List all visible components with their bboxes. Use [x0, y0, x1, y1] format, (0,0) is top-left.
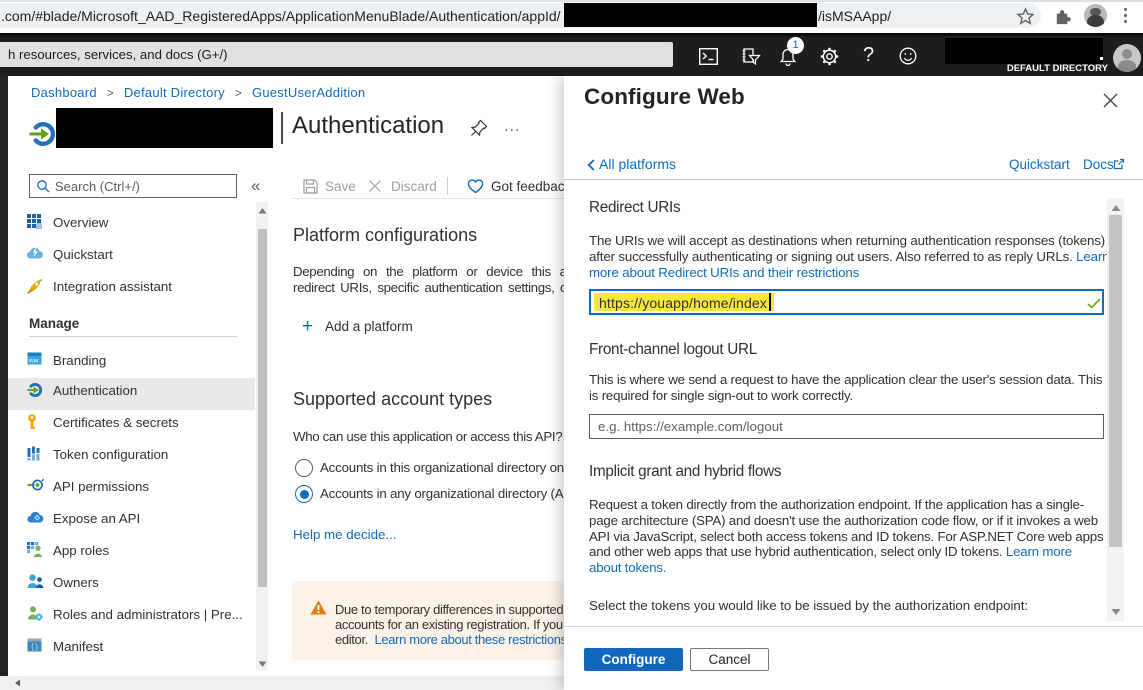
svg-text:ww: ww [28, 358, 39, 365]
svg-text:{}: {} [30, 644, 38, 652]
